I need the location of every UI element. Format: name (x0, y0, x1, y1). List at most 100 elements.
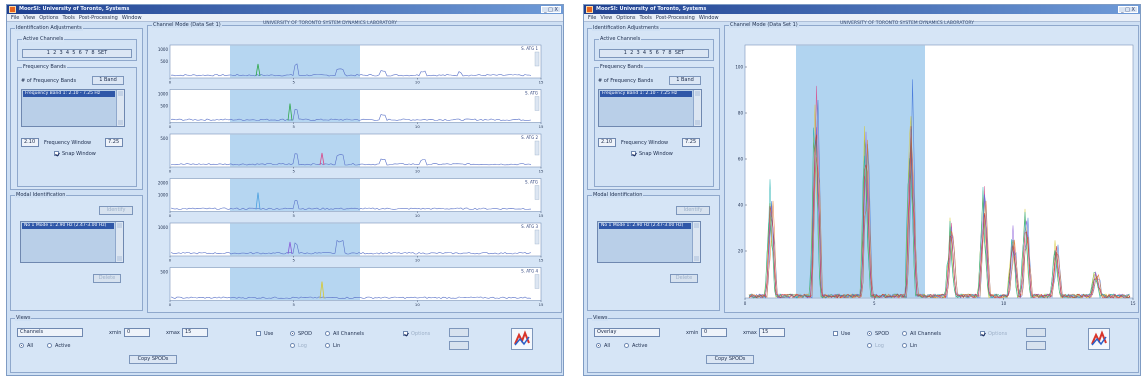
channel-8[interactable]: 8 (91, 50, 94, 56)
window-controls[interactable]: _ □ X (541, 6, 561, 13)
menu-options[interactable]: Options (39, 14, 58, 22)
view-select[interactable]: Channels (17, 328, 83, 337)
y-tick-label: 2000 (158, 181, 169, 186)
mode-list-item[interactable]: No 1 Mode 1: 2.90 Hz (2.47-3.00 Hz) (599, 223, 691, 229)
radio-all[interactable] (19, 343, 24, 348)
menu-view[interactable]: View (23, 14, 35, 22)
y-tick-label: 500 (160, 104, 168, 109)
app-logo-icon[interactable] (1088, 328, 1110, 350)
menu-post-processing[interactable]: Post-Processing (79, 14, 118, 22)
freq-high-field[interactable]: 7.25 (682, 138, 700, 147)
channel-1[interactable]: 1 (624, 50, 627, 56)
active-channels-group: Active Channels 1 2 3 4 5 6 7 8 SET (17, 36, 137, 61)
menu-tools[interactable]: Tools (640, 14, 652, 22)
use-checkbox[interactable] (256, 331, 261, 336)
spod-radio[interactable] (290, 331, 295, 336)
freq-high-field[interactable]: 7.25 (105, 138, 123, 147)
channel-plot-group: Channel Mode (Data Set 1) 1000 500 S. ATG … (147, 22, 562, 313)
copy-spods-button[interactable]: Copy SPODs (706, 355, 754, 364)
channel-5[interactable]: 5 (649, 50, 652, 56)
channel-5[interactable]: 5 (72, 50, 75, 56)
menu-window[interactable]: Window (122, 14, 142, 22)
menu-view[interactable]: View (600, 14, 612, 22)
radio-active[interactable] (47, 343, 52, 348)
num-bands-dropdown[interactable]: 1 Band (669, 76, 701, 85)
option-button-2[interactable] (449, 341, 469, 350)
identify-button[interactable]: Identify (676, 206, 710, 215)
freq-low-field[interactable]: 2.10 (21, 138, 39, 147)
channel-selector-button[interactable]: 1 2 3 4 5 6 7 8 SET (22, 49, 132, 58)
menu-options[interactable]: Options (616, 14, 635, 22)
frequency-band-list[interactable]: Frequency Band 1: 2.10 - 7.25 Hz (21, 89, 125, 127)
band-list-item[interactable]: Frequency Band 1: 2.10 - 7.25 Hz (600, 91, 692, 97)
mode-list[interactable]: No 1 Mode 1: 2.90 Hz (2.47-3.00 Hz) (20, 221, 124, 263)
all-channels-radio[interactable] (902, 331, 907, 336)
channel-6[interactable]: 6 (79, 50, 82, 56)
menu-window[interactable]: Window (699, 14, 719, 22)
xmax-field[interactable]: 15 (759, 328, 785, 337)
app-logo-icon[interactable] (511, 328, 533, 350)
channel-2[interactable]: 2 (53, 50, 56, 56)
menu-post-processing[interactable]: Post-Processing (656, 14, 695, 22)
mode-list-scrollbar[interactable] (692, 222, 700, 262)
all-channels-radio[interactable] (325, 331, 330, 336)
channel-3[interactable]: 3 (60, 50, 63, 56)
options-checkbox[interactable] (980, 331, 985, 336)
delete-mode-button[interactable]: Delete (93, 274, 121, 283)
channel-4[interactable]: 4 (66, 50, 69, 56)
mode-list[interactable]: No 1 Mode 1: 2.90 Hz (2.47-3.00 Hz) (597, 221, 701, 263)
xmin-field[interactable]: 0 (124, 328, 150, 337)
channel-set-label[interactable]: SET (98, 50, 107, 56)
lin-radio[interactable] (325, 343, 330, 348)
channel-8[interactable]: 8 (668, 50, 671, 56)
frequency-band-list[interactable]: Frequency Band 1: 2.10 - 7.25 Hz (598, 89, 702, 127)
spod-radio[interactable] (867, 331, 872, 336)
band-list-scrollbar[interactable] (116, 90, 124, 126)
mode-list-scrollbar[interactable] (115, 222, 123, 262)
log-radio[interactable] (867, 343, 872, 348)
channel-set-label[interactable]: SET (675, 50, 684, 56)
menu-tools[interactable]: Tools (63, 14, 75, 22)
snap-window-checkbox[interactable] (54, 151, 59, 156)
lin-radio[interactable] (902, 343, 907, 348)
use-checkbox[interactable] (833, 331, 838, 336)
identify-button[interactable]: Identify (99, 206, 133, 215)
window-controls[interactable]: _ □ X (1118, 6, 1138, 13)
y-tick-label: 500 (160, 136, 168, 141)
channel-7[interactable]: 7 (662, 50, 665, 56)
title-bar[interactable]: MoorSI: University of Toronto, Systems _… (584, 5, 1140, 14)
overlay-plot[interactable]: 100 80 60 40 20 0 5 10 15 (725, 26, 1138, 312)
freq-low-field[interactable]: 2.10 (598, 138, 616, 147)
channel-3[interactable]: 3 (637, 50, 640, 56)
xmax-field[interactable]: 15 (182, 328, 208, 337)
channel-7[interactable]: 7 (85, 50, 88, 56)
copy-spods-button[interactable]: Copy SPODs (129, 355, 177, 364)
radio-active[interactable] (624, 343, 629, 348)
mode-list-item[interactable]: No 1 Mode 1: 2.90 Hz (2.47-3.00 Hz) (22, 223, 114, 229)
num-bands-dropdown[interactable]: 1 Band (92, 76, 124, 85)
option-button-1[interactable] (449, 328, 469, 337)
channel-4[interactable]: 4 (643, 50, 646, 56)
options-checkbox[interactable] (403, 331, 408, 336)
view-select[interactable]: Overlay (594, 328, 660, 337)
channel-1[interactable]: 1 (47, 50, 50, 56)
channel-6[interactable]: 6 (656, 50, 659, 56)
channel-selector-button[interactable]: 1 2 3 4 5 6 7 8 SET (599, 49, 709, 58)
menu-file[interactable]: File (11, 14, 19, 22)
xmin-field[interactable]: 0 (701, 328, 727, 337)
window-title: MoorSI: University of Toronto, Systems (19, 6, 130, 12)
snap-window-checkbox[interactable] (631, 151, 636, 156)
channel-plots[interactable]: 1000500S. ATG 10 5 10 151000500S. ATG0 5 10 15… (148, 26, 561, 312)
option-button-1[interactable] (1026, 328, 1046, 337)
channel-2[interactable]: 2 (630, 50, 633, 56)
delete-mode-button[interactable]: Delete (670, 274, 698, 283)
band-list-scrollbar[interactable] (693, 90, 701, 126)
log-radio[interactable] (290, 343, 295, 348)
band-list-item[interactable]: Frequency Band 1: 2.10 - 7.25 Hz (23, 91, 115, 97)
option-button-2[interactable] (1026, 341, 1046, 350)
use-label: Use (264, 331, 274, 337)
menu-file[interactable]: File (588, 14, 596, 22)
modal-identification-title: Modal Identification (592, 192, 644, 198)
title-bar[interactable]: MoorSI: University of Toronto, Systems _… (7, 5, 563, 14)
radio-all[interactable] (596, 343, 601, 348)
